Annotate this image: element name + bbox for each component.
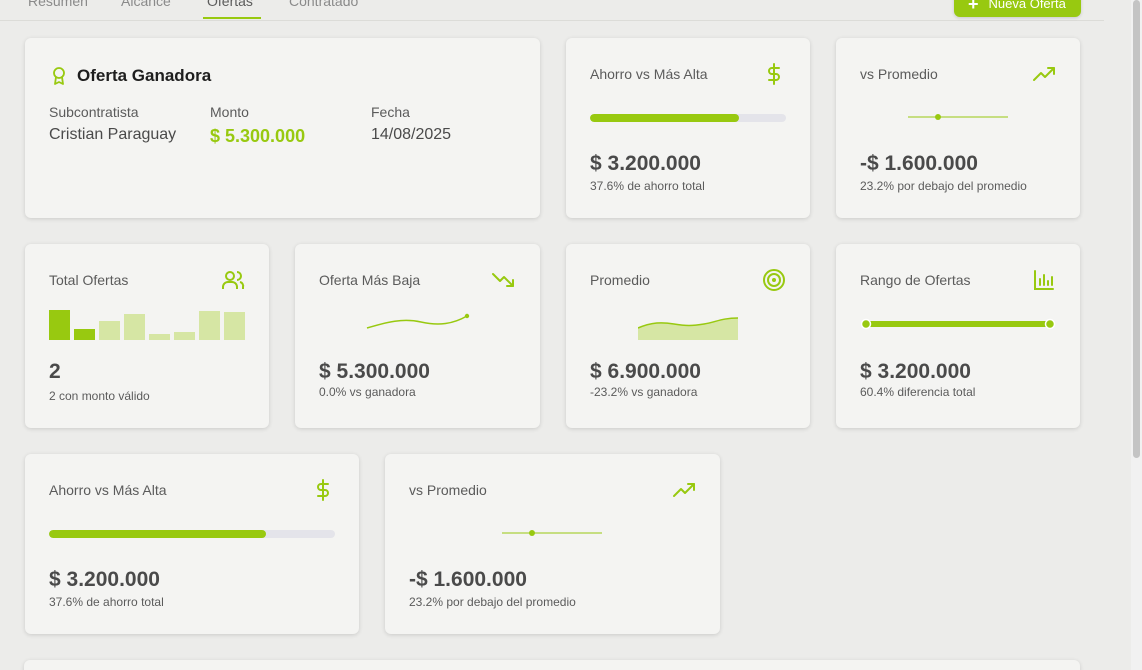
amount-label: Monto bbox=[210, 104, 249, 120]
active-tab-indicator bbox=[203, 17, 261, 19]
savings-card-secondary: Ahorro vs Más Alta $ 3.200.000 37.6% de … bbox=[25, 454, 359, 634]
vs-average-value: -$ 1.600.000 bbox=[409, 568, 527, 591]
lowest-offer-value: $ 5.300.000 bbox=[319, 360, 430, 383]
trending-up-icon bbox=[1033, 67, 1055, 81]
lowest-offer-card: Oferta Más Baja $ 5.300.000 0.0% vs gana… bbox=[295, 244, 540, 428]
bar-chart-icon bbox=[1034, 270, 1054, 290]
vs-average-sub: 23.2% por debajo del promedio bbox=[860, 179, 1027, 193]
average-title: Promedio bbox=[590, 272, 650, 288]
range-card: Rango de Ofertas $ 3.200.000 60.4% difer… bbox=[836, 244, 1080, 428]
vs-average-title: vs Promedio bbox=[860, 66, 938, 82]
range-sub: 60.4% diferencia total bbox=[860, 385, 976, 399]
vs-average-value: -$ 1.600.000 bbox=[860, 152, 978, 175]
savings-value: $ 3.200.000 bbox=[590, 152, 701, 175]
tab-bar: Resumen Alcance Ofertas Contratado bbox=[0, 0, 1104, 21]
vs-average-card: vs Promedio -$ 1.600.000 23.2% por debaj… bbox=[836, 38, 1080, 218]
scrollbar-thumb[interactable] bbox=[1133, 0, 1140, 458]
average-card: Promedio $ 6.900.000 -23.2% vs ganadora bbox=[566, 244, 810, 428]
range-title: Rango de Ofertas bbox=[860, 272, 971, 288]
new-offer-button[interactable]: + Nueva Oferta bbox=[954, 0, 1081, 17]
savings-title: Ahorro vs Más Alta bbox=[49, 482, 167, 498]
trending-down-icon bbox=[492, 273, 514, 287]
savings-progress-fill bbox=[590, 114, 739, 122]
savings-value: $ 3.200.000 bbox=[49, 568, 160, 591]
average-sub: -23.2% vs ganadora bbox=[590, 385, 698, 399]
subcontractor-value: Cristian Paraguay bbox=[49, 126, 177, 143]
savings-sub: 37.6% de ahorro total bbox=[49, 595, 164, 609]
total-offers-card: Total Ofertas 2 2 con monto válido bbox=[25, 244, 269, 428]
tab-alcance[interactable]: Alcance bbox=[121, 0, 171, 9]
dollar-icon bbox=[768, 63, 780, 85]
amount-value: $ 5.300.000 bbox=[210, 126, 306, 146]
target-icon bbox=[763, 269, 785, 291]
tab-contratado[interactable]: Contratado bbox=[289, 0, 358, 9]
savings-progress bbox=[590, 114, 786, 122]
winner-title: Oferta Ganadora bbox=[77, 66, 212, 85]
range-value: $ 3.200.000 bbox=[860, 360, 971, 383]
tab-resumen[interactable]: Resumen bbox=[28, 0, 88, 9]
new-offer-label: Nueva Oferta bbox=[988, 0, 1066, 11]
subcontractor-label: Subcontratista bbox=[49, 104, 139, 120]
savings-title: Ahorro vs Más Alta bbox=[590, 66, 708, 82]
lowest-sparkline bbox=[366, 313, 470, 329]
tab-ofertas[interactable]: Ofertas bbox=[207, 0, 253, 9]
lowest-offer-title: Oferta Más Baja bbox=[319, 272, 421, 288]
savings-sub: 37.6% de ahorro total bbox=[590, 179, 705, 193]
date-value: 14/08/2025 bbox=[371, 126, 452, 143]
range-bar bbox=[860, 318, 1056, 330]
lowest-offer-sub: 0.0% vs ganadora bbox=[319, 385, 416, 399]
total-offers-title: Total Ofertas bbox=[49, 272, 129, 288]
dollar-icon bbox=[317, 479, 329, 501]
trending-up-icon bbox=[673, 483, 695, 497]
next-section-card bbox=[24, 660, 1080, 670]
scrollbar[interactable] bbox=[1131, 0, 1142, 670]
vs-average-sub: 23.2% por debajo del promedio bbox=[409, 595, 576, 609]
savings-card: Ahorro vs Más Alta $ 3.200.000 37.6% de … bbox=[566, 38, 810, 218]
award-icon bbox=[53, 67, 65, 85]
average-area-chart bbox=[638, 317, 738, 340]
users-icon bbox=[222, 271, 245, 289]
total-offers-value: 2 bbox=[49, 360, 61, 383]
offers-bar-graphic bbox=[49, 310, 245, 340]
savings-progress bbox=[49, 530, 335, 538]
savings-progress-fill bbox=[49, 530, 267, 538]
vs-average-title: vs Promedio bbox=[409, 482, 487, 498]
date-label: Fecha bbox=[371, 104, 410, 120]
total-offers-sub: 2 con monto válido bbox=[49, 389, 150, 403]
average-value: $ 6.900.000 bbox=[590, 360, 701, 383]
winner-card: Oferta Ganadora Subcontratista Cristian … bbox=[25, 38, 540, 218]
average-marker bbox=[908, 114, 1008, 120]
average-marker bbox=[502, 530, 602, 536]
vs-average-card-secondary: vs Promedio -$ 1.600.000 23.2% por debaj… bbox=[385, 454, 720, 634]
plus-icon: + bbox=[968, 0, 979, 14]
